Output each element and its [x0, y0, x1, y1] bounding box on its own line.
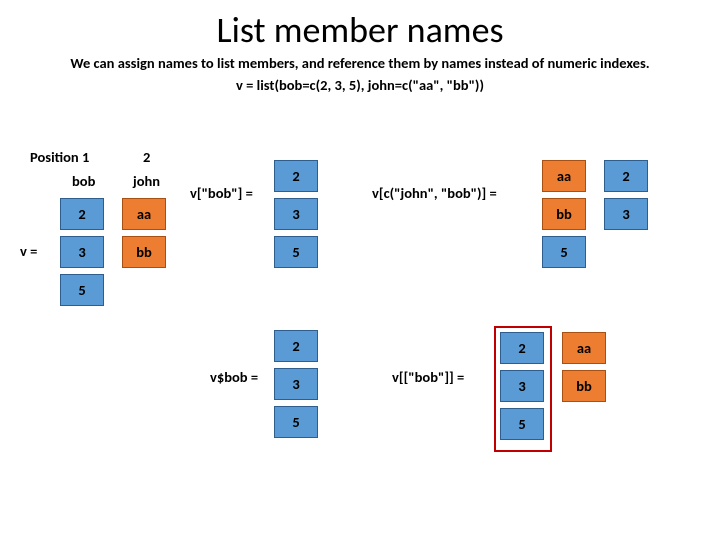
r4-bob-cell: 2	[500, 332, 544, 364]
left-bob-cell: 3	[60, 236, 104, 268]
left-bob-cell: 5	[60, 274, 104, 306]
r2-bob-cell: 3	[604, 198, 648, 230]
r3-cell: 5	[274, 406, 318, 438]
r2-john-cell: bb	[542, 198, 586, 230]
r3-cell: 2	[274, 330, 318, 362]
subtitle: We can assign names to list members, and…	[0, 54, 720, 72]
code-definition: v = list(bob=c(2, 3, 5), john=c("aa", "b…	[0, 76, 720, 94]
r4-bob-cell: 3	[500, 370, 544, 402]
position-2-label: 2	[143, 148, 150, 166]
r2-bob-cell: 5	[542, 236, 586, 268]
expr-v-dollar-bob: v$bob =	[210, 368, 258, 386]
expr-v-bracket-bob: v["bob"] =	[190, 184, 253, 202]
name-john: john	[133, 172, 160, 190]
r4-john-cell: aa	[562, 332, 606, 364]
expr-v-c-john-bob: v[c("john", "bob")] =	[372, 184, 497, 202]
v-equals-label: v =	[20, 242, 37, 260]
r1-cell: 2	[274, 160, 318, 192]
r2-bob-cell: 2	[604, 160, 648, 192]
position-1-label: Position 1	[30, 148, 89, 166]
r1-cell: 5	[274, 236, 318, 268]
name-bob: bob	[72, 172, 95, 190]
r3-cell: 3	[274, 368, 318, 400]
left-john-cell: aa	[122, 198, 166, 230]
r2-john-cell: aa	[542, 160, 586, 192]
expr-v-dblbracket-bob: v[["bob"]] =	[392, 368, 464, 386]
left-bob-cell: 2	[60, 198, 104, 230]
r1-cell: 3	[274, 198, 318, 230]
r4-john-cell: bb	[562, 370, 606, 402]
page-title: List member names	[0, 8, 720, 52]
r4-bob-cell: 5	[500, 408, 544, 440]
left-john-cell: bb	[122, 236, 166, 268]
